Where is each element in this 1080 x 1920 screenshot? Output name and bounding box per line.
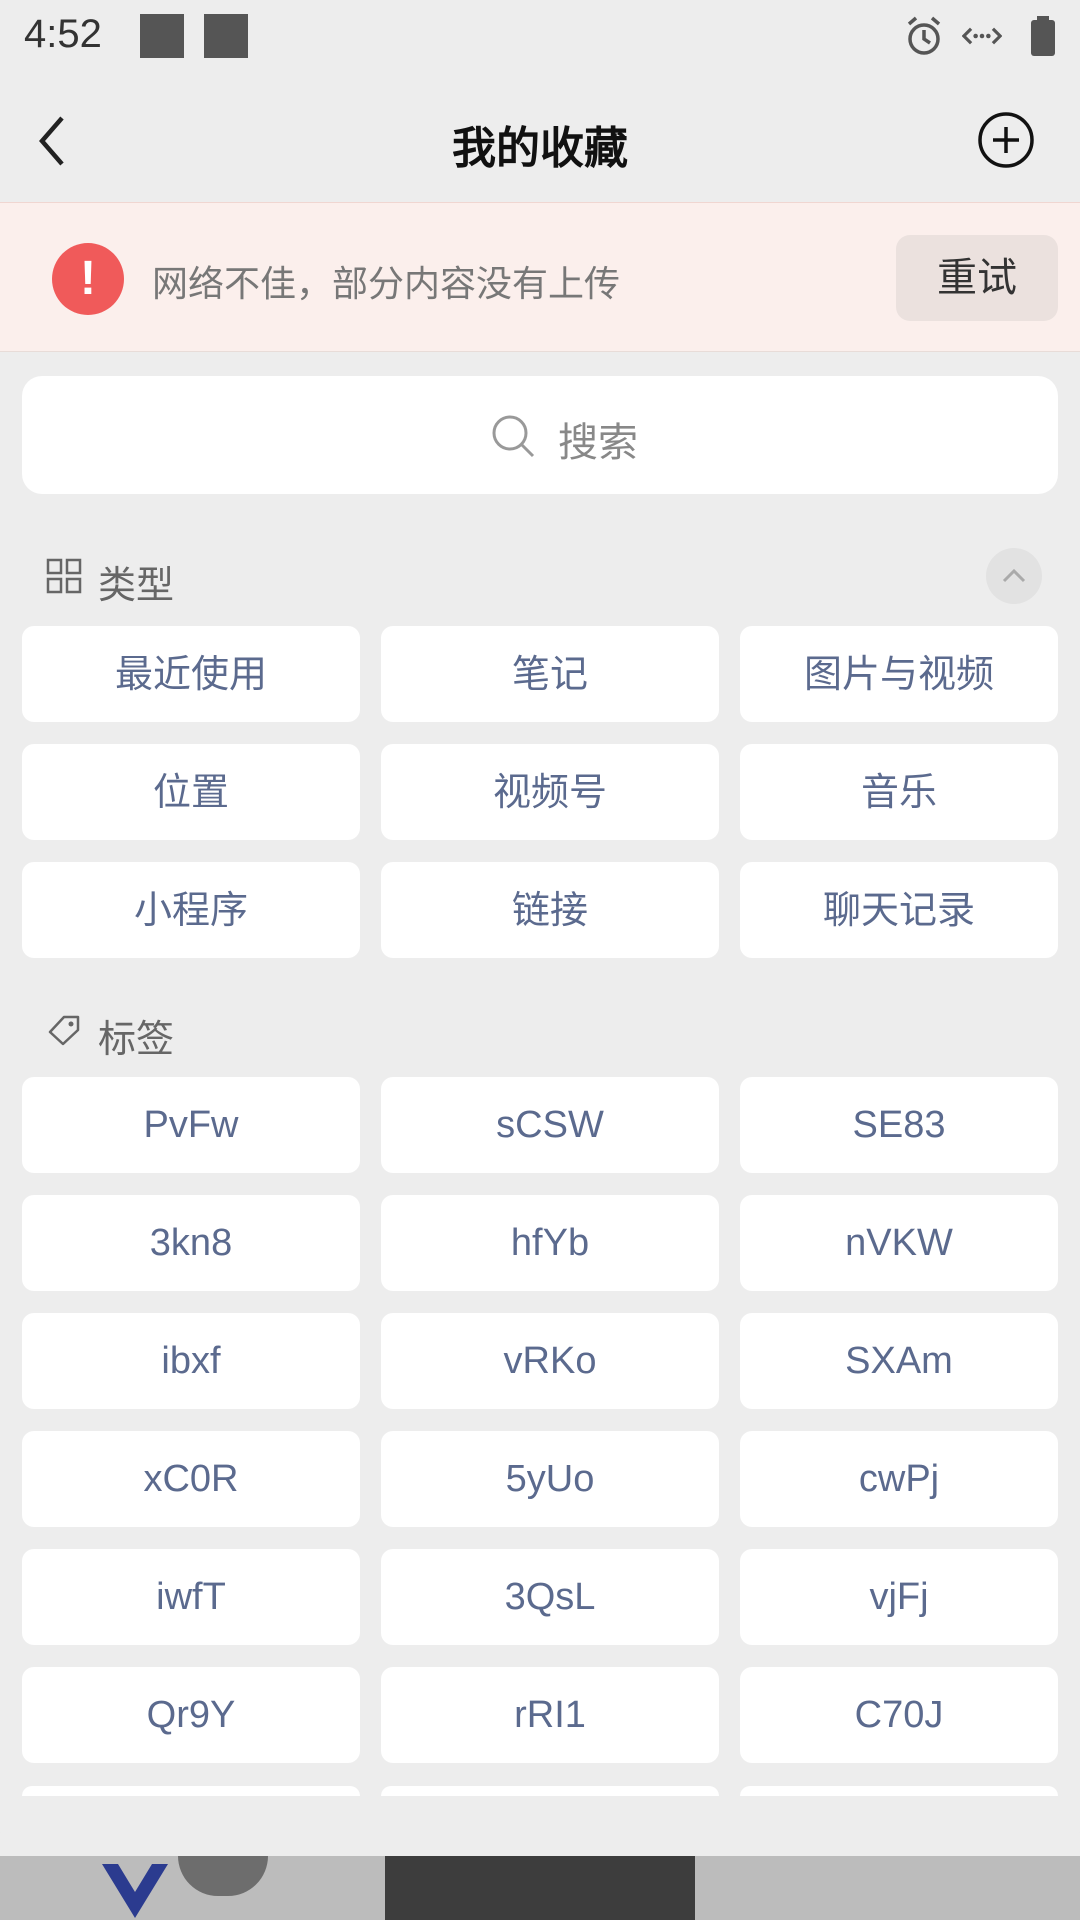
type-recent[interactable]: 最近使用 bbox=[22, 626, 360, 722]
type-music[interactable]: 音乐 bbox=[740, 744, 1058, 840]
tag-item[interactable]: 3QsL bbox=[381, 1549, 719, 1645]
tags-grid: PvFw sCSW SE83 3kn8 hfYb nVKW ibxf vRKo … bbox=[22, 1077, 1058, 1763]
type-channels[interactable]: 视频号 bbox=[381, 744, 719, 840]
tags-section-header: 标签 bbox=[46, 1002, 446, 1062]
tag-item[interactable]: 5yUo bbox=[381, 1431, 719, 1527]
background-shape bbox=[178, 1856, 268, 1896]
type-mini-programs[interactable]: 小程序 bbox=[22, 862, 360, 958]
sheet-bottom-edge bbox=[0, 1796, 1080, 1856]
retry-button[interactable]: 重试 bbox=[896, 235, 1058, 321]
search-bar[interactable]: 搜索 bbox=[22, 376, 1058, 494]
status-time: 4:52 bbox=[24, 12, 102, 56]
tag-icon bbox=[48, 1015, 80, 1046]
grid-icon bbox=[46, 558, 82, 594]
tag-item[interactable]: hfYb bbox=[381, 1195, 719, 1291]
tag-item-partial bbox=[381, 1786, 719, 1796]
data-sync-icon bbox=[962, 27, 1002, 45]
tag-item[interactable]: SE83 bbox=[740, 1077, 1058, 1173]
exclamation-icon: ! bbox=[52, 243, 124, 315]
background-image bbox=[385, 1856, 695, 1920]
tag-item[interactable]: rRI1 bbox=[381, 1667, 719, 1763]
tag-item[interactable]: nVKW bbox=[740, 1195, 1058, 1291]
notification-icon bbox=[140, 14, 184, 58]
tags-section-label: 标签 bbox=[98, 1017, 175, 1061]
warning-message: 网络不佳，部分内容没有上传 bbox=[152, 264, 621, 305]
tag-item-partial bbox=[740, 1786, 1058, 1796]
tag-item[interactable]: cwPj bbox=[740, 1431, 1058, 1527]
tag-item-partial bbox=[22, 1786, 360, 1796]
tag-item[interactable]: sCSW bbox=[381, 1077, 719, 1173]
types-section-label: 类型 bbox=[98, 563, 175, 607]
search-icon bbox=[492, 415, 535, 458]
tag-item[interactable]: ibxf bbox=[22, 1313, 360, 1409]
tag-item[interactable]: Qr9Y bbox=[22, 1667, 360, 1763]
types-section-header: 类型 bbox=[46, 548, 446, 608]
add-favorite-button[interactable] bbox=[976, 110, 1036, 170]
tag-item[interactable]: vRKo bbox=[381, 1313, 719, 1409]
nav-bar: 我的收藏 bbox=[0, 80, 1080, 202]
tag-item[interactable]: iwfT bbox=[22, 1549, 360, 1645]
page-title: 我的收藏 bbox=[452, 123, 628, 174]
battery-icon bbox=[1031, 16, 1055, 56]
type-notes[interactable]: 笔记 bbox=[381, 626, 719, 722]
type-chat-history[interactable]: 聊天记录 bbox=[740, 862, 1058, 958]
tag-item[interactable]: SXAm bbox=[740, 1313, 1058, 1409]
tag-item[interactable]: C70J bbox=[740, 1667, 1058, 1763]
background-app-peek bbox=[0, 1856, 1080, 1920]
type-photos-videos[interactable]: 图片与视频 bbox=[740, 626, 1058, 722]
type-links[interactable]: 链接 bbox=[381, 862, 719, 958]
tag-item[interactable]: PvFw bbox=[22, 1077, 360, 1173]
status-bar: 4:52 bbox=[0, 0, 1080, 80]
alarm-icon bbox=[907, 16, 941, 55]
partial-tag-row bbox=[22, 1786, 1058, 1796]
network-warning-banner: ! 网络不佳，部分内容没有上传 重试 bbox=[0, 202, 1080, 352]
tag-item[interactable]: xC0R bbox=[22, 1431, 360, 1527]
favorites-page: 4:52 我的收藏 ! 网络不佳，部分内容没有上传 重试 搜索 类型 最近使用 … bbox=[0, 0, 1080, 1920]
tag-item[interactable]: 3kn8 bbox=[22, 1195, 360, 1291]
type-location[interactable]: 位置 bbox=[22, 744, 360, 840]
types-grid: 最近使用 笔记 图片与视频 位置 视频号 音乐 小程序 链接 聊天记录 bbox=[22, 626, 1058, 958]
collapse-types-button[interactable] bbox=[986, 548, 1042, 604]
background-logo-icon bbox=[102, 1864, 168, 1918]
notification-icon bbox=[204, 14, 248, 58]
tag-item[interactable]: vjFj bbox=[740, 1549, 1058, 1645]
search-placeholder: 搜索 bbox=[558, 420, 638, 466]
